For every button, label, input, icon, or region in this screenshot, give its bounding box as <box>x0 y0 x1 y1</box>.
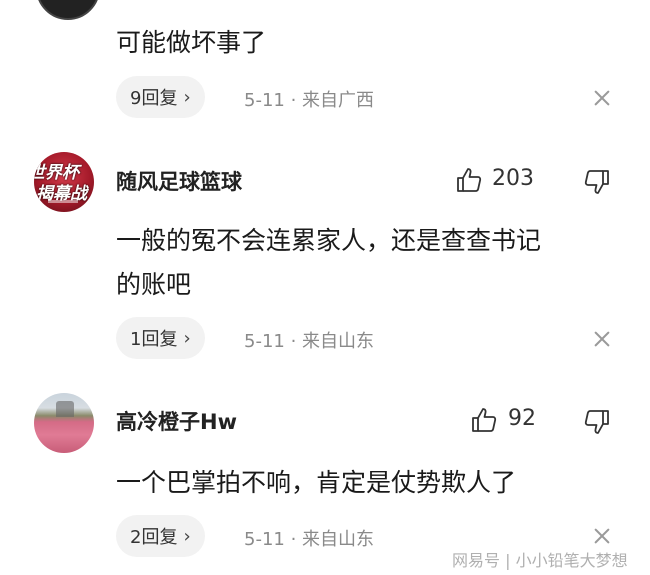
like-count: 92 <box>508 406 536 431</box>
comment-meta: 5-11 · 来自山东 <box>244 529 375 550</box>
reply-label: 2回复 <box>130 527 178 548</box>
close-icon[interactable] <box>594 528 610 544</box>
chevron-right-icon: › <box>183 525 191 547</box>
comment-text: 可能做坏事了 <box>116 28 267 57</box>
close-icon[interactable] <box>594 331 610 347</box>
thumbs-down-icon[interactable] <box>583 168 611 196</box>
comment-text: 的账吧 <box>116 270 192 299</box>
avatar[interactable] <box>36 0 100 20</box>
username[interactable]: 随风足球篮球 <box>116 166 242 196</box>
thumbs-down-icon[interactable] <box>583 408 611 436</box>
avatar[interactable]: 世界杯 揭幕战 <box>34 152 94 212</box>
reply-label: 9回复 <box>130 88 178 109</box>
comment-meta: 5-11 · 来自山东 <box>244 331 375 352</box>
comment-meta: 5-11 · 来自广西 <box>244 90 375 111</box>
like-count: 203 <box>492 166 534 191</box>
username[interactable]: 高冷橙子Hw <box>116 406 237 436</box>
reply-button[interactable]: 9回复 › <box>116 76 205 118</box>
chevron-right-icon: › <box>183 86 191 108</box>
reply-button[interactable]: 1回复 › <box>116 317 205 359</box>
reply-label: 1回复 <box>130 329 178 350</box>
reply-button[interactable]: 2回复 › <box>116 515 205 557</box>
comment-text: 一般的冤不会连累家人，还是查查书记 <box>116 226 542 255</box>
thumbs-up-icon[interactable] <box>455 166 483 194</box>
avatar[interactable] <box>34 393 94 453</box>
close-icon[interactable] <box>594 90 610 106</box>
comment-text: 一个巴掌拍不响，肯定是仗势欺人了 <box>116 468 517 497</box>
watermark: 网易号 | 小小铅笔大梦想 <box>452 551 628 570</box>
chevron-right-icon: › <box>183 327 191 349</box>
thumbs-up-icon[interactable] <box>470 406 498 434</box>
